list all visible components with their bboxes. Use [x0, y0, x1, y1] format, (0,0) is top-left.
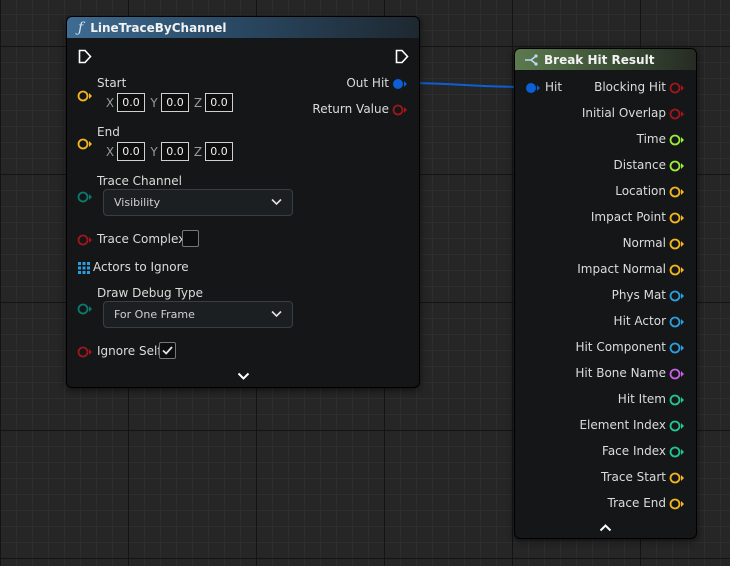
output-label: Trace End [607, 496, 666, 510]
output-label: Time [636, 132, 666, 146]
draw-debug-type-dropdown[interactable]: For One Frame [103, 301, 293, 328]
hit-result-wire[interactable] [403, 82, 531, 88]
line-trace-by-channel-node[interactable]: ƒ LineTraceByChannel Start X 0.0 Y 0.0 Z… [66, 16, 420, 388]
node-header[interactable]: Break Hit Result [515, 49, 696, 70]
output-pin[interactable] [669, 107, 685, 121]
output-label: Blocking Hit [594, 80, 666, 94]
start-x-axis-label: X [105, 95, 115, 110]
out-hit-label: Out Hit [346, 76, 389, 90]
output-pin[interactable] [669, 159, 685, 173]
output-pin[interactable] [669, 81, 685, 95]
trace-channel-enum-pin[interactable] [77, 190, 93, 204]
chevron-down-icon [271, 198, 282, 206]
break-hit-result-node[interactable]: Break Hit Result Hit Blocking Hit Initial… [514, 48, 697, 539]
draw-debug-type-enum-pin[interactable] [77, 302, 93, 316]
output-label: Hit Bone Name [575, 366, 666, 380]
output-pin[interactable] [669, 419, 685, 433]
draw-debug-type-label: Draw Debug Type [97, 286, 203, 300]
trace-channel-label: Trace Channel [97, 174, 182, 188]
end-vector-pin[interactable] [77, 137, 93, 151]
trace-channel-dropdown[interactable]: Visibility [103, 189, 293, 216]
ignore-self-bool-pin[interactable] [77, 345, 93, 359]
output-pin[interactable] [669, 263, 685, 277]
end-y-axis-label: Y [150, 144, 158, 159]
end-z-field[interactable]: 0.0 [205, 142, 233, 161]
output-pin[interactable] [669, 315, 685, 329]
output-pin[interactable] [669, 133, 685, 147]
exec-out-pin[interactable] [395, 49, 409, 64]
collapse-chevron-icon[interactable] [599, 523, 612, 532]
output-pin[interactable] [669, 237, 685, 251]
start-vector-input: X 0.0 Y 0.0 Z 0.0 [103, 93, 235, 112]
start-z-axis-label: Z [193, 95, 203, 110]
output-label: Location [615, 184, 666, 198]
return-value-bool-pin[interactable] [392, 103, 408, 117]
exec-in-pin[interactable] [78, 49, 92, 64]
trace-channel-value: Visibility [114, 196, 161, 209]
output-label: Impact Normal [577, 262, 666, 276]
output-pin[interactable] [669, 185, 685, 199]
chevron-down-icon [271, 310, 282, 318]
ignore-self-label: Ignore Self [97, 344, 162, 358]
end-x-field[interactable]: 0.0 [117, 142, 145, 161]
output-pin[interactable] [669, 497, 685, 511]
end-z-axis-label: Z [193, 144, 203, 159]
draw-debug-type-value: For One Frame [114, 308, 195, 321]
node-header[interactable]: ƒ LineTraceByChannel [67, 17, 419, 38]
hit-label: Hit [545, 80, 563, 94]
start-y-axis-label: Y [150, 95, 158, 110]
output-label: Impact Point [590, 210, 666, 224]
output-pin[interactable] [669, 393, 685, 407]
actors-to-ignore-label: Actors to Ignore [93, 260, 189, 274]
output-label: Initial Overlap [581, 106, 666, 120]
output-pin[interactable] [669, 367, 685, 381]
trace-complex-checkbox[interactable] [182, 230, 199, 247]
end-vector-input: X 0.0 Y 0.0 Z 0.0 [103, 142, 235, 161]
return-value-label: Return Value [312, 102, 389, 116]
node-title: Break Hit Result [544, 52, 655, 67]
end-label: End [97, 125, 120, 139]
output-label: Hit Actor [613, 314, 666, 328]
start-vector-pin[interactable] [77, 89, 93, 103]
output-label: Distance [613, 158, 666, 172]
end-y-field[interactable]: 0.0 [161, 142, 189, 161]
trace-complex-bool-pin[interactable] [77, 233, 93, 247]
output-label: Hit Item [617, 392, 666, 406]
out-hit-struct-pin[interactable] [392, 77, 408, 91]
grid-icon[interactable] [77, 261, 91, 275]
output-label: Element Index [579, 418, 666, 432]
end-x-axis-label: X [105, 144, 115, 159]
output-pin[interactable] [669, 211, 685, 225]
output-pin[interactable] [669, 341, 685, 355]
output-label: Trace Start [601, 470, 666, 484]
output-pin[interactable] [669, 289, 685, 303]
ignore-self-checkbox[interactable] [159, 342, 176, 359]
output-label: Face Index [602, 444, 666, 458]
node-title: LineTraceByChannel [90, 20, 227, 35]
hit-struct-pin[interactable] [525, 81, 541, 95]
start-y-field[interactable]: 0.0 [161, 93, 189, 112]
checkmark-icon [162, 346, 173, 355]
output-pin[interactable] [669, 445, 685, 459]
start-label: Start [97, 76, 127, 90]
start-z-field[interactable]: 0.0 [205, 93, 233, 112]
start-x-field[interactable]: 0.0 [117, 93, 145, 112]
trace-complex-label: Trace Complex [97, 232, 186, 246]
output-label: Phys Mat [611, 288, 666, 302]
function-icon: ƒ [78, 19, 84, 36]
output-label: Hit Component [575, 340, 666, 354]
output-pin[interactable] [669, 471, 685, 485]
break-struct-icon [525, 53, 538, 66]
expand-chevron-icon[interactable] [237, 372, 250, 381]
output-label: Normal [622, 236, 666, 250]
